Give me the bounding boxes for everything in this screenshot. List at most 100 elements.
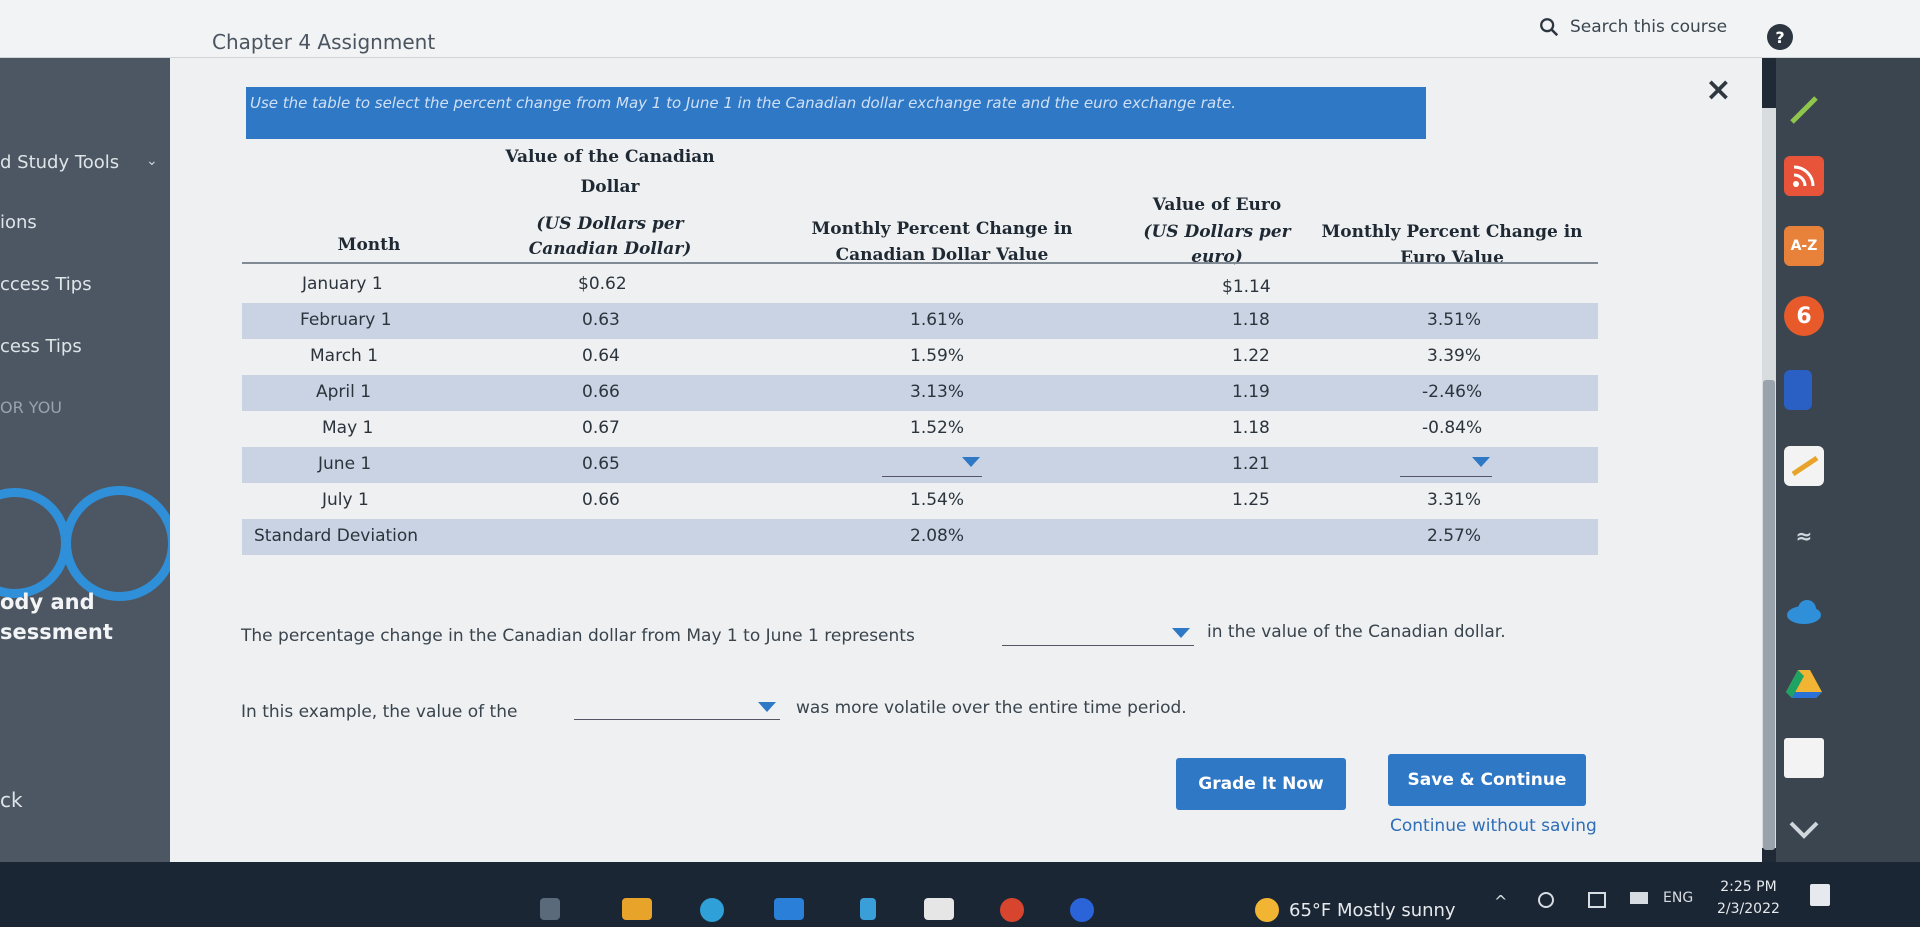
search-course[interactable]: Search this course <box>1538 16 1727 38</box>
chevron-down-icon <box>758 702 776 712</box>
header-euro-change-1: Monthly Percent Change in <box>1321 222 1583 242</box>
header-cad-value-3: (US Dollars per <box>536 214 684 234</box>
app-icon[interactable] <box>860 898 876 920</box>
header-cad-change-1: Monthly Percent Change in <box>811 219 1073 239</box>
question1-dropdown[interactable] <box>1002 624 1194 646</box>
chevron-down-icon[interactable]: ⌄ <box>146 153 158 169</box>
cad-value-cell: 0.67 <box>582 418 620 438</box>
page-title: Chapter 4 Assignment <box>212 30 436 54</box>
instruction-banner: Use the table to select the percent chan… <box>246 87 1426 139</box>
close-icon[interactable]: × <box>1705 70 1732 108</box>
audio-icon[interactable]: ≈ <box>1784 516 1824 556</box>
glossary-az-icon[interactable]: A-Z <box>1784 226 1824 266</box>
sidebar-item-success-tips-1[interactable]: ccess Tips <box>0 274 92 295</box>
edge-icon[interactable] <box>700 898 724 922</box>
notes-icon[interactable] <box>1784 446 1824 486</box>
search-label: Search this course <box>1570 17 1728 37</box>
cad-change-cell: 3.13% <box>910 382 965 402</box>
month-cell: June 1 <box>318 454 372 474</box>
euro-change-cell: 3.39% <box>1427 346 1482 366</box>
app-blue-icon[interactable] <box>1070 898 1094 922</box>
table-row: February 1 0.63 1.61% 1.18 3.51% <box>242 303 1598 339</box>
cloud-icon[interactable] <box>1784 592 1824 632</box>
euro-std-dev-cell: 2.57% <box>1427 526 1482 546</box>
month-cell: January 1 <box>302 274 383 294</box>
header-month: Month <box>337 235 401 255</box>
sidebar-item-success-tips-2[interactable]: cess Tips <box>0 336 82 357</box>
euro-value-cell: 1.19 <box>1232 382 1270 402</box>
clock-date: 2/3/2022 <box>1717 901 1780 917</box>
sidebar-item-study-tools[interactable]: d Study Tools <box>0 152 119 173</box>
table-row: May 1 0.67 1.52% 1.18 -0.84% <box>242 411 1598 447</box>
sidebar-item-body-line2[interactable]: sessment <box>0 620 113 644</box>
progress-ring-icon <box>0 488 70 598</box>
clock-time: 2:25 PM <box>1720 879 1777 895</box>
cad-value-cell: 0.64 <box>582 346 620 366</box>
sun-icon <box>1255 898 1279 922</box>
app-six-icon[interactable]: 6 <box>1784 296 1824 336</box>
taskbar-clock[interactable]: 2:25 PM 2/3/2022 <box>1717 876 1780 920</box>
table-row: March 1 0.64 1.59% 1.22 3.39% <box>242 339 1598 375</box>
weather-text: 65°F Mostly sunny <box>1289 899 1456 921</box>
euro-change-cell: 3.31% <box>1427 490 1482 510</box>
cad-std-dev-cell: 2.08% <box>910 526 965 546</box>
sidebar-item-back[interactable]: ck <box>0 788 23 812</box>
header-cad-value-1: Value of the Canadian <box>505 147 715 167</box>
month-cell: May 1 <box>322 418 374 438</box>
drive-icon[interactable] <box>1784 664 1824 704</box>
sidebar-item-for-you[interactable]: OR YOU <box>0 398 62 417</box>
cad-value-cell: $0.62 <box>578 274 627 294</box>
month-cell: July 1 <box>322 490 369 510</box>
file-explorer-icon[interactable] <box>622 898 652 920</box>
month-cell: February 1 <box>300 310 392 330</box>
display-icon[interactable] <box>1588 892 1606 908</box>
cad-value-cell: 0.63 <box>582 310 620 330</box>
sidebar-item-body-line1[interactable]: ody and <box>0 590 95 614</box>
scrollbar-thumb[interactable] <box>1763 380 1775 850</box>
std-dev-label: Standard Deviation <box>254 526 419 546</box>
notifications-icon[interactable] <box>1810 884 1830 906</box>
month-cell: March 1 <box>310 346 379 366</box>
cad-value-cell: 0.66 <box>582 490 620 510</box>
taskview-icon[interactable] <box>540 898 560 920</box>
header-euro-value-3: euro) <box>1191 247 1243 267</box>
help-icon[interactable]: ? <box>1767 24 1793 50</box>
weather-widget[interactable]: 65°F Mostly sunny <box>1255 898 1456 922</box>
question2-dropdown[interactable] <box>574 698 780 720</box>
pencil-icon[interactable] <box>1784 90 1824 130</box>
book-icon[interactable] <box>1784 370 1812 410</box>
progress-ring-icon <box>62 486 177 601</box>
continue-without-saving-link[interactable]: Continue without saving <box>1390 816 1597 836</box>
grade-it-now-button[interactable]: Grade It Now <box>1176 758 1346 810</box>
chevron-down-icon <box>1172 628 1190 638</box>
euro-value-cell: 1.18 <box>1232 310 1270 330</box>
collapse-icon[interactable] <box>1784 810 1824 850</box>
network-icon[interactable] <box>1630 892 1648 904</box>
euro-value-cell: 1.25 <box>1232 490 1270 510</box>
euro-change-dropdown[interactable] <box>1400 455 1492 477</box>
cad-change-dropdown[interactable] <box>882 455 982 477</box>
chevron-up-icon[interactable]: ^ <box>1494 892 1507 911</box>
sidebar-item-ions[interactable]: ions <box>0 212 37 233</box>
header-euro-value-1: Value of Euro <box>1152 195 1282 215</box>
chrome-icon[interactable] <box>1000 898 1024 922</box>
language-indicator[interactable]: ENG <box>1663 890 1693 906</box>
table-row: June 1 0.65 1.21 <box>242 447 1598 483</box>
search-icon <box>1540 18 1559 37</box>
save-continue-button[interactable]: Save & Continue <box>1388 754 1586 806</box>
euro-value-cell: 1.18 <box>1232 418 1270 438</box>
rss-icon[interactable] <box>1784 156 1824 196</box>
cad-change-cell: 1.54% <box>910 490 965 510</box>
euro-change-cell: -2.46% <box>1422 382 1483 402</box>
document-icon[interactable] <box>1784 738 1824 778</box>
euro-value-cell: $1.14 <box>1222 277 1271 297</box>
cad-change-cell: 1.52% <box>910 418 965 438</box>
mail-icon[interactable] <box>774 898 804 920</box>
chevron-down-icon <box>1472 457 1490 467</box>
header-divider <box>242 262 1598 264</box>
header-cad-value-2: Dollar <box>580 177 640 197</box>
question1-prefix: The percentage change in the Canadian do… <box>241 626 915 646</box>
top-bar: Chapter 4 Assignment Search this course … <box>0 0 1920 58</box>
calculator-icon[interactable] <box>924 898 954 920</box>
camera-icon[interactable] <box>1538 892 1554 908</box>
